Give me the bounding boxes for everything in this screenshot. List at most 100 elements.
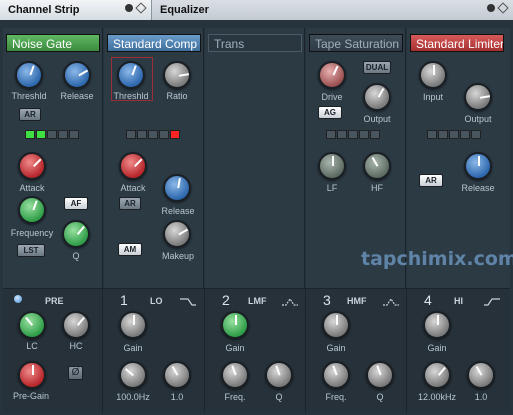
watermark-text: tapchimix.com [361,248,513,270]
band-3-gain-label: Gain [326,343,346,353]
gate-attack-knob[interactable] [18,152,46,180]
gate-frequency-knob[interactable] [18,196,46,224]
phase-invert-button[interactable]: Ø [68,366,83,380]
high-shelf-curve-icon[interactable] [484,294,500,306]
limiter-output-label: Output [464,114,492,124]
gate-q-knob[interactable] [62,220,90,248]
tape-lf-label: LF [326,183,338,193]
band-2-q-knob[interactable] [265,361,293,389]
limiter-ar-button[interactable]: AR [419,174,443,187]
comp-meter [126,130,180,139]
noise-gate-header[interactable]: Noise Gate [6,34,100,52]
tape-hf-knob[interactable] [363,152,391,180]
tape-lf-knob[interactable] [318,152,346,180]
pre-gain-knob[interactable] [18,361,46,389]
pre-title: PRE [45,296,64,306]
gate-release-knob[interactable] [63,61,91,89]
comp-release-knob[interactable] [163,174,191,202]
eq-section: PRE LC HC Pre-Gain Ø 1 LO Gain 100.0Hz 1… [3,288,510,413]
pre-lc-label: LC [26,341,38,351]
channel-strip-window: Channel Strip Equalizer Noise Gate Thres… [0,0,513,415]
gate-ar-button[interactable]: AR [19,108,41,121]
gate-frequency-label: Frequency [10,228,54,238]
pre-hc-knob[interactable] [62,311,90,339]
tape-dual-button[interactable]: DUAL [363,61,391,74]
band-2-gain-label: Gain [225,343,245,353]
comp-attack-label: Attack [120,183,146,193]
band-number: 4 [424,292,432,308]
limiter-meter [427,130,481,139]
pre-active-led-icon[interactable] [14,295,22,303]
peak-curve-icon[interactable] [282,294,298,306]
comp-module: Standard Comp Threshld Ratio Attack AR R… [104,28,204,288]
settings-diamond-icon[interactable] [135,2,147,14]
low-cut-curve-icon[interactable] [180,294,196,306]
band-number: 1 [120,292,128,308]
limiter-release-knob[interactable] [464,152,492,180]
pre-gain-label: Pre-Gain [12,391,49,401]
band-4-freq-knob[interactable] [423,361,451,389]
band-4-gain-label: Gain [427,343,447,353]
eq-pre-section: PRE LC HC Pre-Gain Ø [3,289,103,413]
limiter-output-knob[interactable] [464,83,492,111]
tab-channel-strip-label: Channel Strip [8,4,80,16]
gate-af-button[interactable]: AF [64,197,88,210]
band-2-freq-knob[interactable] [221,361,249,389]
band-1-gain-label: Gain [123,343,143,353]
gate-release-label: Release [60,91,94,101]
comp-ratio-knob[interactable] [163,61,191,89]
comp-ar-button[interactable]: AR [119,197,141,210]
band-number: 2 [222,292,230,308]
band-name: HMF [347,296,367,306]
gate-threshold-label: Threshld [11,91,47,101]
band-1-freq-label: 100.0Hz [116,392,150,402]
gate-lst-button[interactable]: LST [17,244,45,257]
comp-header[interactable]: Standard Comp [107,34,201,52]
band-1-freq-knob[interactable] [119,361,147,389]
comp-threshold-label: Threshld [113,91,149,101]
band-3-freq-knob[interactable] [322,361,350,389]
gate-meter [25,130,79,139]
band-3-gain-knob[interactable] [322,311,350,339]
gate-threshold-knob[interactable] [15,61,43,89]
limiter-header[interactable]: Standard Limiter [410,34,504,52]
comp-makeup-knob[interactable] [163,220,191,248]
tab-equalizer[interactable]: Equalizer [152,0,513,20]
tab-bar: Channel Strip Equalizer [0,0,513,20]
band-4-q-label: 1.0 [474,392,488,402]
tape-output-knob[interactable] [363,83,391,111]
limiter-release-label: Release [461,183,495,193]
bypass-dot-icon[interactable] [125,4,133,12]
comp-attack-knob[interactable] [119,152,147,180]
comp-am-button[interactable]: AM [118,243,142,256]
eq-band-1: 1 LO Gain 100.0Hz 1.0 [104,289,205,413]
pre-hc-label: HC [69,341,83,351]
gate-attack-label: Attack [19,183,45,193]
band-name: HI [454,296,463,306]
settings-diamond-icon[interactable] [497,2,509,14]
band-3-q-label: Q [376,392,384,402]
tape-drive-knob[interactable] [318,61,346,89]
band-1-q-label: 1.0 [170,392,184,402]
band-name: LO [150,296,163,306]
pre-lc-knob[interactable] [18,311,46,339]
tape-hf-label: HF [371,183,383,193]
band-4-gain-knob[interactable] [423,311,451,339]
band-1-q-knob[interactable] [163,361,191,389]
band-4-freq-label: 12.00kHz [417,392,457,402]
band-2-gain-knob[interactable] [221,311,249,339]
tab-channel-strip[interactable]: Channel Strip [0,0,152,20]
band-4-q-knob[interactable] [467,361,495,389]
band-3-q-knob[interactable] [366,361,394,389]
limiter-input-label: Input [422,92,444,102]
band-name: LMF [248,296,267,306]
band-1-gain-knob[interactable] [119,311,147,339]
tape-ag-button[interactable]: AG [318,106,342,119]
limiter-input-knob[interactable] [419,61,447,89]
band-number: 3 [323,292,331,308]
trans-header[interactable]: Trans [208,34,302,52]
bypass-dot-icon[interactable] [487,4,495,12]
comp-threshold-knob[interactable] [117,61,145,89]
tape-header[interactable]: Tape Saturation [309,34,403,52]
peak-curve-icon[interactable] [383,294,399,306]
